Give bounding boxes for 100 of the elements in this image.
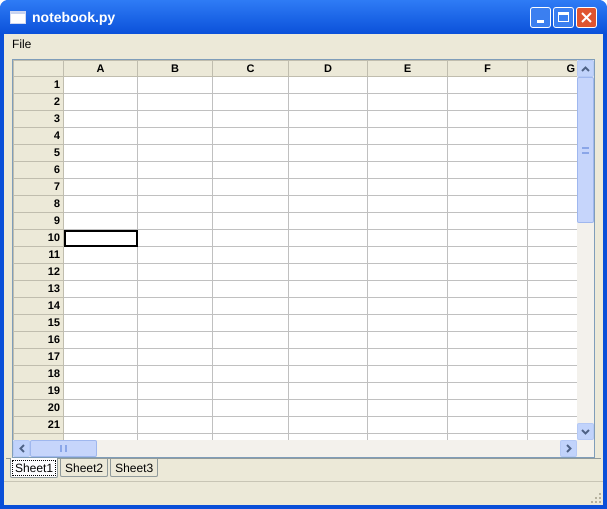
column-header[interactable]: A <box>64 60 138 76</box>
scroll-down-button[interactable] <box>577 423 594 440</box>
table-cell[interactable] <box>288 382 368 400</box>
table-cell[interactable] <box>64 178 138 196</box>
table-cell[interactable] <box>138 246 212 264</box>
table-cell[interactable] <box>64 128 138 144</box>
table-cell[interactable] <box>138 348 212 366</box>
table-cell[interactable] <box>368 314 448 332</box>
menu-item[interactable]: File <box>8 35 36 53</box>
column-header[interactable]: E <box>368 60 448 76</box>
row-header[interactable]: 12 <box>14 264 64 280</box>
table-cell[interactable] <box>212 280 288 298</box>
row-header[interactable]: 4 <box>14 128 64 144</box>
table-cell[interactable] <box>64 264 138 280</box>
table-cell[interactable] <box>64 212 138 230</box>
row-header[interactable]: 2 <box>14 94 64 110</box>
table-cell[interactable] <box>64 332 138 348</box>
table-cell[interactable] <box>64 162 138 178</box>
table-cell[interactable] <box>212 366 288 382</box>
row-header[interactable]: 3 <box>14 110 64 128</box>
table-cell[interactable] <box>368 298 448 314</box>
row-header[interactable]: 20 <box>14 400 64 416</box>
row-header[interactable]: 5 <box>14 144 64 162</box>
sheet-tab[interactable]: Sheet1 <box>10 458 58 478</box>
column-header[interactable]: D <box>288 60 368 76</box>
table-cell[interactable] <box>288 264 368 280</box>
table-cell[interactable] <box>448 264 528 280</box>
table-cell[interactable] <box>138 382 212 400</box>
table-cell[interactable] <box>138 280 212 298</box>
table-cell[interactable] <box>368 332 448 348</box>
table-cell[interactable] <box>138 230 212 246</box>
table-cell[interactable] <box>448 94 528 110</box>
sheet-tab[interactable]: Sheet3 <box>110 459 158 477</box>
table-cell[interactable] <box>368 144 448 162</box>
table-cell[interactable] <box>288 110 368 128</box>
table-cell[interactable] <box>448 110 528 128</box>
column-header[interactable]: B <box>138 60 212 76</box>
table-cell[interactable] <box>64 94 138 110</box>
scroll-up-button[interactable] <box>577 60 594 77</box>
table-cell[interactable] <box>138 128 212 144</box>
table-cell[interactable] <box>212 212 288 230</box>
table-cell[interactable] <box>368 366 448 382</box>
row-header[interactable]: 16 <box>14 332 64 348</box>
table-cell[interactable] <box>288 332 368 348</box>
table-cell[interactable] <box>212 332 288 348</box>
table-cell[interactable] <box>368 230 448 246</box>
selected-cell[interactable] <box>64 230 138 246</box>
row-header[interactable]: 6 <box>14 162 64 178</box>
table-cell[interactable] <box>368 110 448 128</box>
table-cell[interactable] <box>448 128 528 144</box>
table-cell[interactable] <box>138 298 212 314</box>
column-header[interactable]: C <box>212 60 288 76</box>
table-cell[interactable] <box>212 400 288 416</box>
table-cell[interactable] <box>448 280 528 298</box>
table-cell[interactable] <box>64 298 138 314</box>
table-cell[interactable] <box>64 348 138 366</box>
row-header[interactable]: 13 <box>14 280 64 298</box>
row-header[interactable]: 9 <box>14 212 64 230</box>
close-button[interactable] <box>576 6 597 28</box>
table-cell[interactable] <box>64 314 138 332</box>
minimize-button[interactable] <box>530 6 551 28</box>
table-cell[interactable] <box>448 366 528 382</box>
table-cell[interactable] <box>212 314 288 332</box>
table-cell[interactable] <box>368 76 448 94</box>
table-cell[interactable] <box>288 212 368 230</box>
resize-grip-icon[interactable] <box>591 493 601 503</box>
table-cell[interactable] <box>368 280 448 298</box>
table-cell[interactable] <box>212 230 288 246</box>
table-cell[interactable] <box>212 264 288 280</box>
table-cell[interactable] <box>288 230 368 246</box>
table-cell[interactable] <box>64 416 138 434</box>
table-cell[interactable] <box>448 400 528 416</box>
table-cell[interactable] <box>64 246 138 264</box>
table-cell[interactable] <box>212 416 288 434</box>
table-cell[interactable] <box>288 366 368 382</box>
table-cell[interactable] <box>288 348 368 366</box>
row-header[interactable]: 7 <box>14 178 64 196</box>
table-cell[interactable] <box>212 298 288 314</box>
scrollbar-thumb[interactable] <box>577 77 594 223</box>
table-cell[interactable] <box>448 314 528 332</box>
row-header[interactable]: 8 <box>14 196 64 212</box>
table-cell[interactable] <box>448 382 528 400</box>
table-cell[interactable] <box>212 246 288 264</box>
table-cell[interactable] <box>138 76 212 94</box>
table-cell[interactable] <box>138 332 212 348</box>
table-cell[interactable] <box>448 144 528 162</box>
table-cell[interactable] <box>288 298 368 314</box>
table-cell[interactable] <box>212 76 288 94</box>
table-cell[interactable] <box>368 264 448 280</box>
table-cell[interactable] <box>212 382 288 400</box>
table-cell[interactable] <box>368 400 448 416</box>
table-cell[interactable] <box>368 178 448 196</box>
table-cell[interactable] <box>212 178 288 196</box>
row-header[interactable]: 17 <box>14 348 64 366</box>
table-cell[interactable] <box>212 144 288 162</box>
table-cell[interactable] <box>368 246 448 264</box>
table-cell[interactable] <box>64 144 138 162</box>
row-header[interactable]: 21 <box>14 416 64 434</box>
scroll-left-button[interactable] <box>13 440 30 457</box>
row-header[interactable]: 11 <box>14 246 64 264</box>
